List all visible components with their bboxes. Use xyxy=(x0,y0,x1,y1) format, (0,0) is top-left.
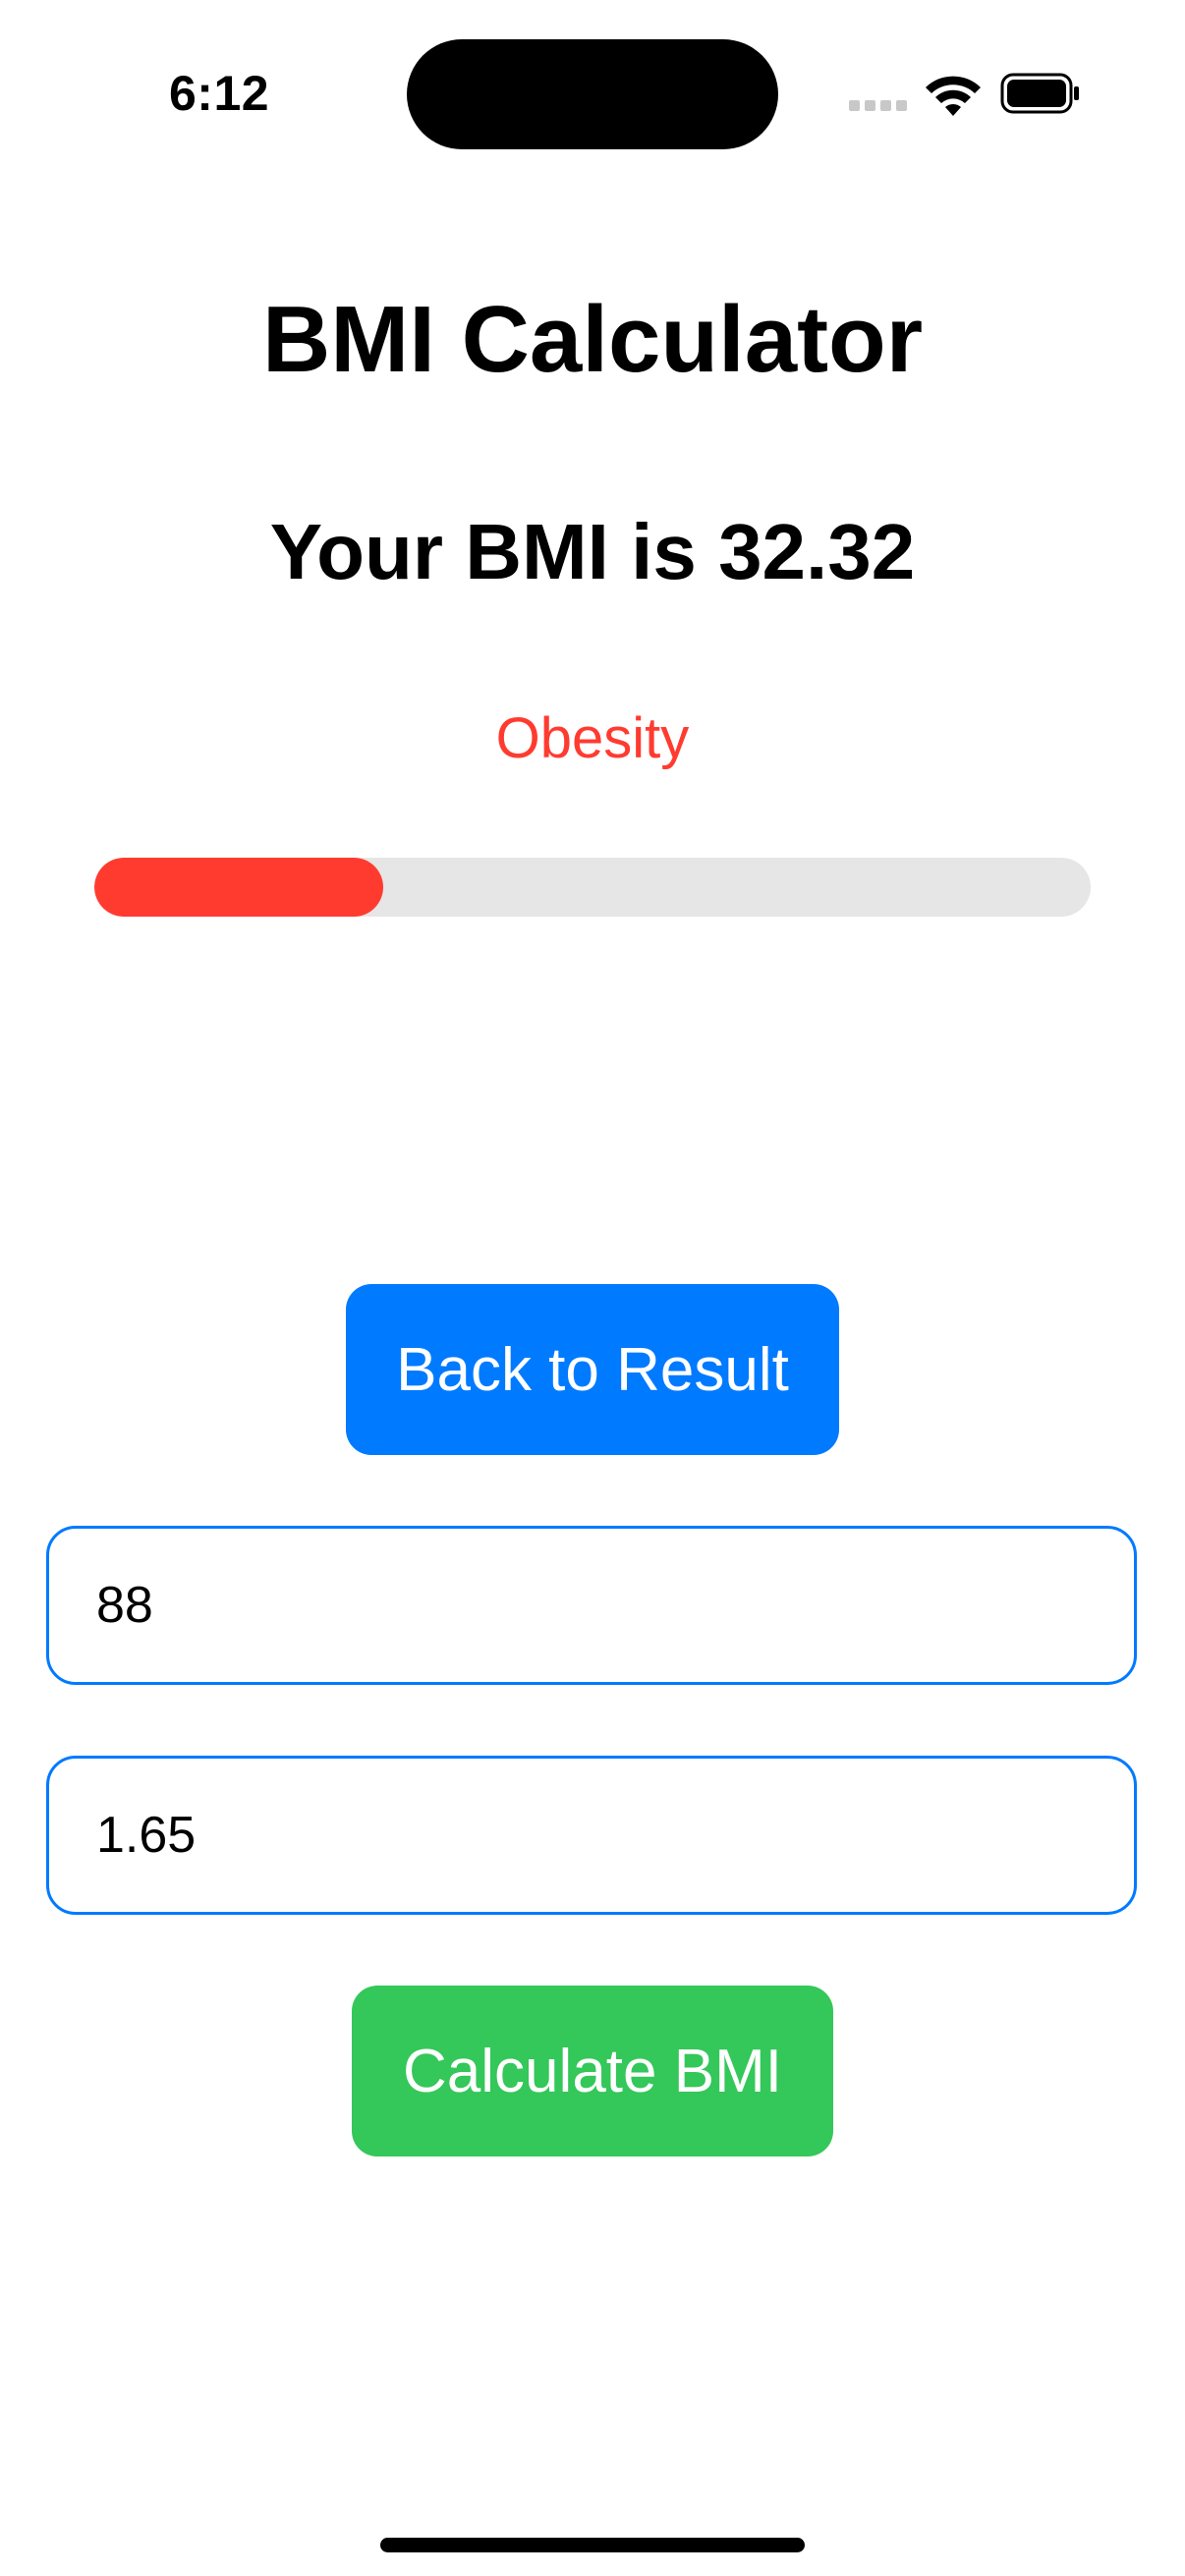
home-indicator xyxy=(380,2538,805,2552)
height-field[interactable] xyxy=(46,1756,1137,1915)
calculate-bmi-label: Calculate BMI xyxy=(403,2037,782,2105)
dynamic-island xyxy=(407,39,778,149)
wifi-icon xyxy=(926,76,981,116)
bmi-progress-bar xyxy=(94,858,1091,917)
bmi-category-label: Obesity xyxy=(495,706,690,770)
back-to-result-label: Back to Result xyxy=(396,1335,789,1404)
status-bar: 6:12 xyxy=(0,0,1185,187)
battery-icon xyxy=(1000,73,1079,114)
weight-input[interactable] xyxy=(96,1529,1079,1682)
weight-field[interactable] xyxy=(46,1526,1137,1685)
back-to-result-button[interactable]: Back to Result xyxy=(346,1284,839,1455)
page-title: BMI Calculator xyxy=(261,287,924,392)
bmi-result-text: Your BMI is 32.32 xyxy=(269,508,916,595)
status-time: 6:12 xyxy=(169,66,270,121)
height-input[interactable] xyxy=(96,1759,1079,1912)
calculate-bmi-button[interactable]: Calculate BMI xyxy=(352,1986,833,2156)
signal-icon xyxy=(849,100,908,114)
bmi-progress-fill xyxy=(94,858,384,917)
